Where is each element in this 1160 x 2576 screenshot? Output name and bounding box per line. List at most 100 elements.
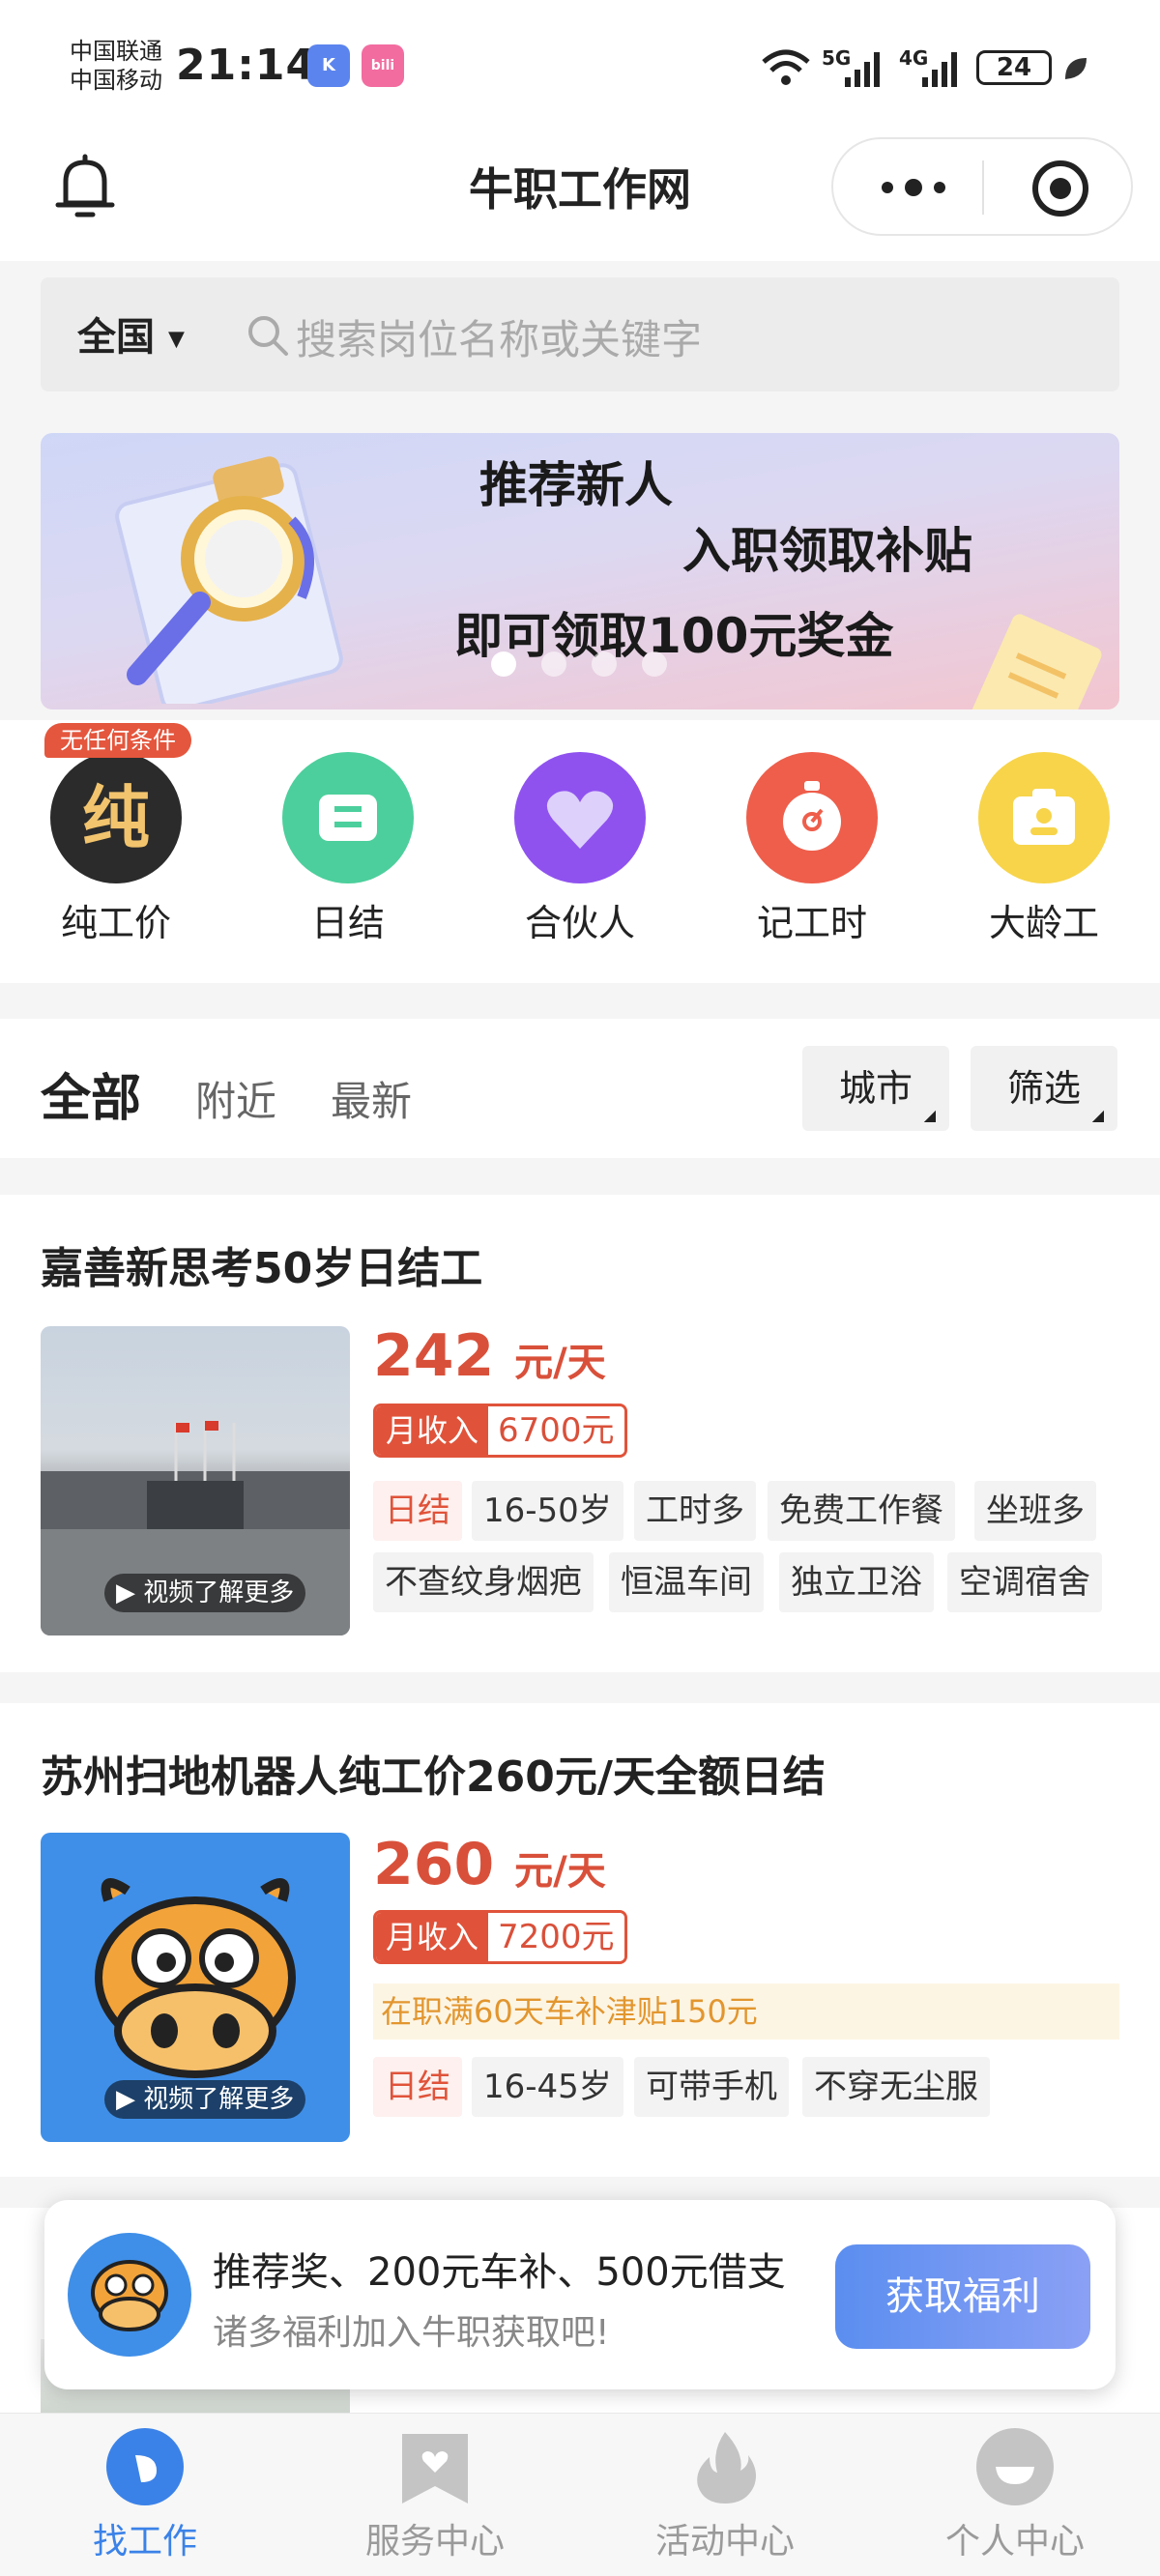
tag-chip: 日结 bbox=[373, 1481, 462, 1541]
app-k-icon: K bbox=[307, 44, 350, 87]
tag-chip: 可带手机 bbox=[634, 2057, 789, 2117]
play-icon: ▶ bbox=[116, 2085, 135, 2114]
perk-banner: 在职满60天车补津贴150元 bbox=[373, 1983, 1119, 2040]
video-more-chip[interactable]: ▶ 视频了解更多 bbox=[104, 2080, 306, 2119]
video-more-label: 视频了解更多 bbox=[143, 1578, 295, 1607]
tab-nearby[interactable]: 附近 bbox=[195, 1069, 276, 1128]
mini-program-capsule bbox=[831, 137, 1133, 236]
ticket-icon bbox=[319, 795, 377, 841]
banner-line-1: 推荐新人 bbox=[479, 457, 673, 513]
video-more-chip[interactable]: ▶ 视频了解更多 bbox=[104, 1574, 306, 1612]
find-job-icon[interactable] bbox=[106, 2428, 184, 2505]
mascot-avatar bbox=[68, 2233, 191, 2357]
tag-chip: 工时多 bbox=[634, 1481, 756, 1541]
monthly-income-value: 6700元 bbox=[488, 1406, 624, 1455]
timesheet-icon[interactable] bbox=[746, 752, 878, 883]
capsule-divider bbox=[982, 160, 984, 215]
wage-unit: 元/天 bbox=[514, 1341, 606, 1385]
tag-chip: 恒温车间 bbox=[609, 1552, 764, 1612]
battery-indicator: 24 bbox=[976, 50, 1052, 85]
banner-dot-active[interactable] bbox=[491, 651, 516, 677]
tag-chip: 不穿无尘服 bbox=[802, 2057, 990, 2117]
heart-icon bbox=[546, 791, 614, 849]
clipboard-magnifier-illustration bbox=[115, 456, 343, 704]
carrier-1: 中国联通 bbox=[70, 38, 162, 65]
monthly-income-badge: 月收入 7200元 bbox=[373, 1910, 627, 1964]
signal-icon-1 bbox=[845, 52, 880, 87]
stopwatch-icon bbox=[783, 781, 841, 851]
play-icon: ▶ bbox=[116, 1578, 135, 1607]
activity-center-icon[interactable] bbox=[686, 2428, 764, 2505]
video-more-label: 视频了解更多 bbox=[143, 2085, 295, 2114]
leaf-icon bbox=[1065, 58, 1087, 79]
banner-dot[interactable] bbox=[541, 651, 566, 677]
popup-subline: 诸多福利加入牛职获取吧! bbox=[213, 2313, 610, 2353]
corner-triangle-icon: ◢ bbox=[1091, 1106, 1104, 1124]
city-filter-button[interactable]: 城市 ◢ bbox=[802, 1046, 949, 1131]
tab-latest[interactable]: 最新 bbox=[331, 1069, 412, 1128]
senior-worker-icon[interactable] bbox=[978, 752, 1110, 883]
daily-wage: 260 元/天 bbox=[373, 1831, 606, 1898]
tag-chip: 独立卫浴 bbox=[779, 1552, 934, 1612]
more-dots-icon bbox=[882, 179, 945, 196]
tag-chip: 坐班多 bbox=[974, 1481, 1096, 1541]
banner-dot[interactable] bbox=[642, 651, 667, 677]
personal-center-icon[interactable] bbox=[976, 2428, 1054, 2505]
carrier-info: 中国联通 中国移动 bbox=[70, 37, 162, 95]
monthly-income-badge: 月收入 6700元 bbox=[373, 1404, 627, 1458]
tag-chip: 日结 bbox=[373, 2057, 462, 2117]
banner-dot[interactable] bbox=[592, 651, 617, 677]
id-badge-icon bbox=[1013, 789, 1075, 845]
category-label-pure-wage[interactable]: 纯工价 bbox=[19, 893, 213, 946]
cow-avatar-icon bbox=[91, 2260, 168, 2331]
nav-activity-center[interactable]: 活动中心 bbox=[580, 2513, 870, 2563]
popup-headline: 推荐奖、200元车补、500元借支 bbox=[213, 2250, 786, 2295]
category-label-timesheet[interactable]: 记工时 bbox=[715, 893, 909, 946]
monthly-income-label: 月收入 bbox=[376, 1913, 489, 1961]
partner-icon[interactable] bbox=[514, 752, 646, 883]
no-requirement-badge: 无任何条件 bbox=[44, 723, 191, 758]
monthly-income-label: 月收入 bbox=[376, 1406, 489, 1455]
region-selector[interactable]: 全国 ▼ bbox=[77, 305, 185, 362]
daily-pay-icon[interactable] bbox=[282, 752, 414, 883]
paper-note-illustration bbox=[971, 614, 1102, 709]
get-benefits-button[interactable]: 获取福利 bbox=[835, 2244, 1090, 2349]
wage-unit: 元/天 bbox=[514, 1849, 606, 1894]
tab-all[interactable]: 全部 bbox=[41, 1057, 141, 1130]
wage-amount: 260 bbox=[373, 1831, 495, 1898]
screen-filter-button[interactable]: 筛选 ◢ bbox=[971, 1046, 1117, 1131]
search-icon bbox=[248, 316, 288, 356]
bilibili-icon: bili bbox=[362, 44, 404, 87]
category-label-partner[interactable]: 合伙人 bbox=[483, 893, 677, 946]
wage-amount: 242 bbox=[373, 1322, 495, 1390]
pure-wage-glyph: 纯 bbox=[82, 778, 150, 857]
tag-chip: 免费工作餐 bbox=[768, 1481, 955, 1541]
monthly-income-value: 7200元 bbox=[488, 1913, 624, 1961]
job-title[interactable]: 苏州扫地机器人纯工价260元/天全额日结 bbox=[41, 1742, 826, 1804]
clock: 21:14 bbox=[176, 41, 317, 90]
tag-chip: 16-45岁 bbox=[472, 2057, 624, 2117]
category-label-daily-pay[interactable]: 日结 bbox=[251, 893, 445, 946]
target-circle-icon bbox=[1032, 160, 1088, 217]
signal-icon-2 bbox=[922, 52, 957, 87]
pure-wage-icon[interactable]: 纯 bbox=[50, 752, 182, 883]
more-button[interactable] bbox=[878, 176, 949, 203]
job-title[interactable]: 嘉善新思考50岁日结工 bbox=[41, 1233, 482, 1295]
daily-wage: 242 元/天 bbox=[373, 1322, 606, 1390]
region-label: 全国 bbox=[77, 315, 155, 360]
tag-chip: 16-50岁 bbox=[472, 1481, 624, 1541]
city-filter-label: 城市 bbox=[838, 1067, 913, 1110]
close-target-button[interactable] bbox=[1030, 159, 1090, 222]
category-label-senior-worker[interactable]: 大龄工 bbox=[947, 893, 1141, 946]
banner-line-3: 即可领取100元奖金 bbox=[454, 608, 894, 664]
nav-find-job[interactable]: 找工作 bbox=[0, 2513, 290, 2563]
search-input[interactable]: 搜索岗位名称或关键字 bbox=[296, 307, 702, 366]
nav-service-center[interactable]: 服务中心 bbox=[290, 2513, 580, 2563]
tag-chip: 空调宿舍 bbox=[947, 1552, 1102, 1612]
caret-down-icon: ▼ bbox=[167, 327, 185, 352]
screen-filter-label: 筛选 bbox=[1006, 1067, 1081, 1110]
carrier-2: 中国移动 bbox=[70, 67, 162, 94]
banner-line-2: 入职领取补贴 bbox=[682, 523, 972, 579]
service-center-icon[interactable] bbox=[396, 2428, 474, 2505]
nav-personal-center[interactable]: 个人中心 bbox=[870, 2513, 1160, 2563]
